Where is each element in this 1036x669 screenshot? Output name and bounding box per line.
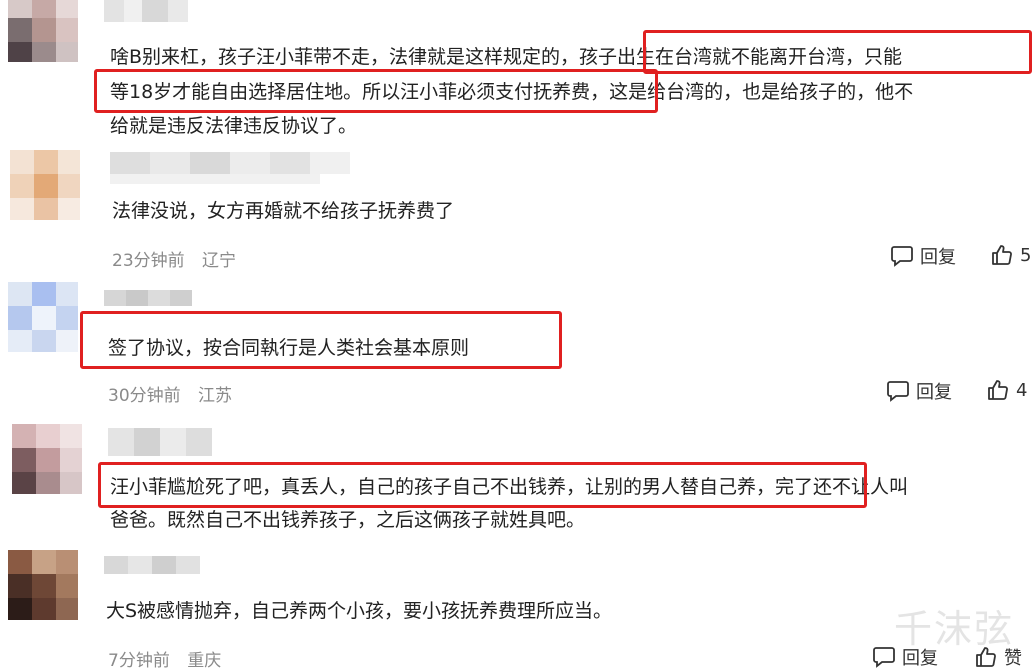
comment-time: 23分钟前 — [112, 251, 185, 271]
avatar[interactable] — [8, 0, 78, 62]
like-button[interactable]: 4 — [986, 378, 1027, 402]
reply-label: 回复 — [916, 382, 952, 403]
username-blurred[interactable] — [110, 152, 350, 174]
avatar[interactable] — [12, 424, 82, 494]
highlight-box — [94, 69, 658, 113]
reply-button[interactable]: 回复 — [890, 243, 956, 269]
like-count: 4 — [1016, 379, 1028, 401]
avatar[interactable] — [8, 550, 78, 620]
reply-button[interactable]: 回复 — [886, 378, 952, 404]
reply-bubble-icon — [891, 246, 913, 267]
reply-bubble-icon — [873, 647, 895, 668]
comment-text-line: 爸爸。既然自己不出钱养孩子，之后这俩孩子就姓具吧。 — [110, 509, 586, 531]
comment-text: 法律没说，女方再婚就不给孩子抚养费了 — [112, 200, 455, 222]
username-blurred[interactable] — [108, 428, 212, 456]
username-blurred[interactable] — [104, 556, 200, 574]
highlight-box — [80, 311, 562, 369]
comment-time: 30分钟前 — [108, 386, 181, 406]
username-blurred[interactable] — [104, 0, 188, 22]
comment-meta: 7分钟前 重庆 — [108, 646, 221, 669]
comment-text-line: 给就是违反法律违反协议了。 — [110, 115, 358, 137]
avatar[interactable] — [10, 150, 80, 220]
comment-meta: 30分钟前 江苏 — [108, 381, 232, 406]
thumbs-up-icon — [988, 380, 1008, 400]
comment-time: 7分钟前 — [108, 651, 170, 669]
comment-meta: 23分钟前 辽宁 — [112, 246, 236, 271]
like-count: 5 — [1020, 244, 1032, 266]
reply-bubble-icon — [887, 381, 909, 402]
like-button[interactable]: 5 — [990, 243, 1031, 267]
watermark: 千沫弦 — [893, 607, 1014, 651]
username-blurred-line2 — [110, 174, 320, 184]
highlight-box — [643, 30, 1032, 74]
comment-text: 大S被感情抛弃，自己养两个小孩，要小孩抚养费理所应当。 — [106, 600, 613, 622]
reply-label: 回复 — [920, 247, 956, 268]
comment-location: 重庆 — [187, 651, 222, 669]
avatar[interactable] — [8, 282, 78, 352]
comment-location: 辽宁 — [202, 251, 237, 271]
highlight-box — [98, 462, 867, 508]
thumbs-up-icon — [992, 245, 1012, 265]
comment-location: 江苏 — [198, 386, 233, 406]
username-blurred[interactable] — [104, 290, 192, 306]
